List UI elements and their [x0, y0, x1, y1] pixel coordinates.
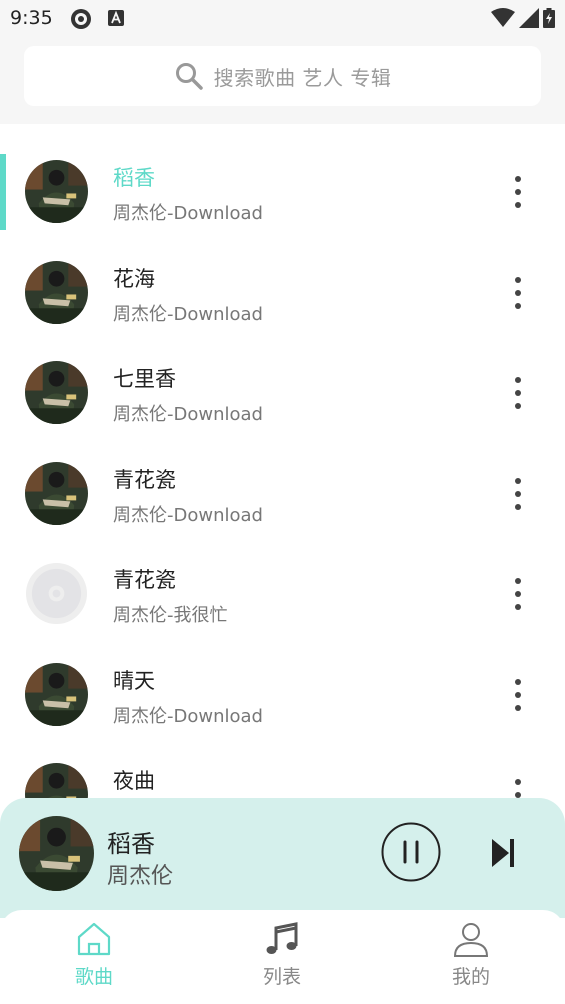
song-list-item[interactable]: 青花瓷周杰伦-我很忙: [0, 526, 565, 626]
song-title: 七里香: [113, 367, 176, 391]
more-options-icon[interactable]: [510, 376, 526, 410]
search-placeholder: 搜索歌曲 艺人 专辑: [213, 65, 392, 90]
song-list[interactable]: 稻香 周杰伦-Download 花海 周杰伦-Download 七里香 周杰伦-Downl…: [0, 124, 565, 799]
player-artist: 周杰伦: [107, 864, 174, 889]
disc-placeholder-icon: [25, 562, 88, 625]
song-subtitle: 周杰伦-Download: [113, 705, 263, 727]
now-playing-indicator: [0, 154, 6, 230]
nav-label-list: 列表: [262, 966, 301, 988]
song-subtitle: 周杰伦-Download: [113, 303, 263, 325]
song-cover: [25, 361, 88, 424]
song-list-item[interactable]: 青花瓷周杰伦-Download: [0, 426, 565, 526]
song-list-item[interactable]: 稻香周杰伦-Download: [0, 124, 565, 230]
song-subtitle: 周杰伦-Download: [113, 404, 263, 425]
status-bar: 9:35: [0, 0, 565, 36]
nav-tab-mine[interactable]: 我的: [421, 920, 521, 1004]
nav-label-songs: 歌曲: [74, 966, 113, 988]
song-cover: [25, 562, 88, 625]
song-title: 花海: [113, 266, 155, 291]
more-options-icon[interactable]: [510, 175, 526, 209]
song-list-item[interactable]: 夜曲: [0, 727, 565, 799]
mini-player[interactable]: 稻香 周杰伦: [0, 798, 565, 918]
status-time: 9:35: [10, 7, 53, 29]
wifi-icon: [491, 8, 515, 27]
nav-tab-songs[interactable]: 歌曲: [44, 920, 144, 1004]
song-list-item[interactable]: 七里香周杰伦-Download: [0, 325, 565, 425]
song-title: 夜曲: [113, 769, 155, 793]
album-art-icon: [25, 461, 88, 525]
album-art-icon: [19, 816, 94, 891]
pause-button[interactable]: [381, 822, 441, 882]
more-options-icon[interactable]: [510, 778, 526, 799]
player-song-title: 稻香: [107, 830, 155, 858]
search-icon: [175, 63, 203, 90]
album-art-icon: [25, 160, 88, 223]
song-cover: [25, 160, 88, 223]
album-art-icon: [25, 662, 88, 726]
search-header: 搜索歌曲 艺人 专辑: [0, 36, 565, 124]
song-list-item[interactable]: 花海周杰伦-Download: [0, 225, 565, 325]
more-options-icon[interactable]: [510, 678, 526, 712]
next-track-button[interactable]: [488, 836, 518, 870]
disc-status-icon: [71, 9, 91, 29]
nav-tab-list[interactable]: 列表: [232, 920, 332, 1004]
battery-icon: [543, 8, 555, 28]
more-options-icon[interactable]: [510, 276, 526, 310]
music-note-icon: [266, 922, 298, 954]
song-list-item[interactable]: 晴天周杰伦-Download: [0, 627, 565, 727]
song-title: 青花瓷: [113, 568, 176, 592]
song-subtitle: 周杰伦-Download: [113, 203, 263, 224]
song-title: 稻香: [113, 166, 155, 190]
song-cover: [25, 260, 88, 324]
song-subtitle: 周杰伦-我很忙: [113, 605, 228, 626]
signal-icon: [519, 8, 539, 28]
search-box[interactable]: 搜索歌曲 艺人 专辑: [24, 46, 541, 106]
player-album-cover: [19, 816, 94, 891]
album-art-icon: [25, 260, 88, 324]
album-art-icon: [25, 361, 88, 424]
bottom-nav: 歌曲 列表 我的: [0, 910, 565, 1004]
song-title: 青花瓷: [113, 467, 176, 492]
home-icon: [77, 922, 111, 956]
song-title: 晴天: [113, 668, 155, 693]
keyboard-status-icon: [108, 10, 124, 26]
more-options-icon[interactable]: [510, 477, 526, 511]
song-subtitle: 周杰伦-Download: [113, 504, 263, 526]
song-cover: [25, 763, 88, 799]
nav-label-mine: 我的: [451, 966, 490, 988]
album-art-icon: [25, 763, 88, 799]
song-cover: [25, 662, 88, 726]
person-icon: [453, 923, 489, 957]
more-options-icon[interactable]: [510, 577, 526, 611]
song-cover: [25, 461, 88, 525]
